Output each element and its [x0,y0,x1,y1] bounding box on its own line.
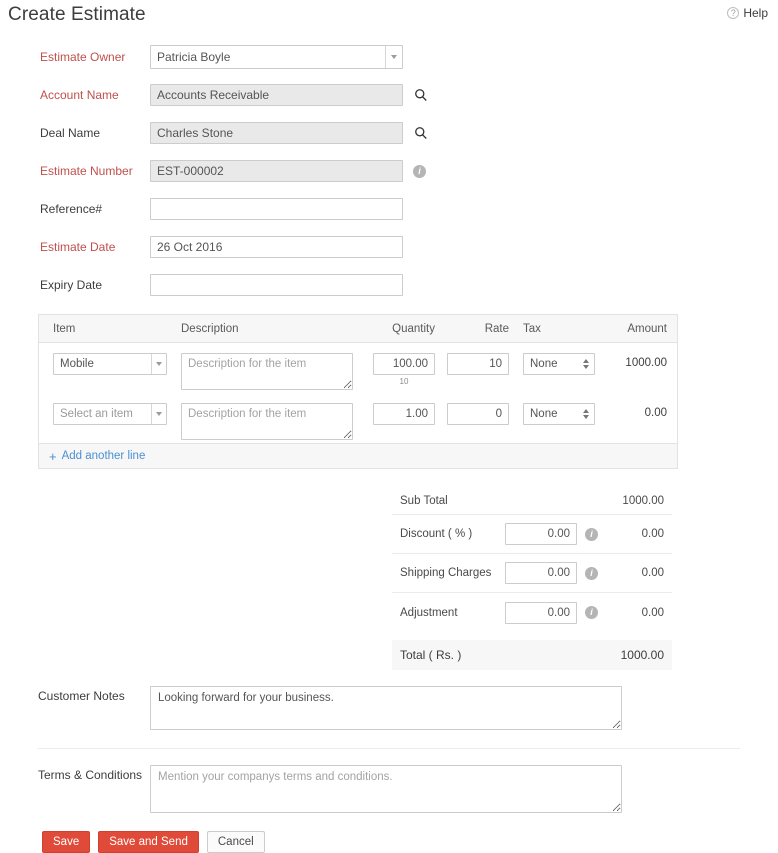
cancel-button[interactable]: Cancel [206,831,265,853]
discount-input[interactable] [505,523,577,545]
field-row-deal-name: Deal Name [0,114,778,152]
chevron-down-icon[interactable] [151,354,166,374]
item-amount-value: 1000.00 [625,357,667,369]
column-header-tax: Tax [523,322,541,335]
page-title: Create Estimate [8,4,146,25]
field-row-estimate-number: Estimate Number i [0,152,778,190]
info-icon[interactable]: i [585,606,598,619]
grand-total-value: 1000.00 [620,648,664,662]
table-body: Mobile 10 None [39,343,677,443]
shipping-label: Shipping Charges [400,567,492,579]
help-label: Help [743,6,768,20]
item-tax-select[interactable]: None [523,403,595,425]
totals-row-adjustment: Adjustment i 0.00 [392,593,672,632]
field-row-estimate-date: Estimate Date [0,228,778,266]
line-items-table: Item Description Quantity Rate Tax Amoun… [38,314,678,443]
estimate-owner-value: Patricia Boyle [157,50,231,64]
totals-row-subtotal: Sub Total 1000.00 [392,487,672,515]
chevron-down-icon[interactable] [151,404,166,424]
table-header-row: Item Description Quantity Rate Tax Amoun… [39,315,677,343]
add-another-line-label: Add another line [61,450,146,462]
field-row-expiry-date: Expiry Date [0,266,778,304]
info-icon[interactable]: i [413,164,426,178]
customer-notes-row: Customer Notes [0,670,778,730]
adjustment-value: 0.00 [641,606,664,619]
help-link[interactable]: ? Help [727,6,768,20]
item-select[interactable]: Select an item [53,403,167,425]
totals-row-discount: Discount ( % ) i 0.00 [392,515,672,554]
totals-row-grand-total: Total ( Rs. ) 1000.00 [392,640,672,670]
save-button[interactable]: Save [42,831,91,853]
plus-icon: + [49,448,57,464]
item-tax-select[interactable]: None [523,353,595,375]
spinner-arrows-icon[interactable] [580,359,594,369]
info-icon[interactable]: i [585,527,598,541]
estimate-number-input[interactable] [150,160,403,182]
subtotal-value: 1000.00 [622,494,664,507]
grand-total-label: Total ( Rs. ) [400,648,462,662]
item-rate-input[interactable] [447,403,509,425]
item-quantity-input[interactable] [373,403,435,425]
table-row: Mobile 10 None [39,343,677,393]
search-icon[interactable] [413,125,429,141]
column-header-rate: Rate [484,322,509,335]
subtotal-label: Sub Total [400,494,448,507]
estimate-form: Estimate Owner Patricia Boyle Account Na… [0,30,778,304]
add-another-line-button[interactable]: + Add another line [38,443,678,469]
discount-value: 0.00 [641,528,664,540]
terms-conditions-input[interactable] [150,765,622,813]
column-header-quantity: Quantity [392,322,435,335]
search-icon[interactable] [413,87,429,103]
item-select-value: Mobile [60,358,94,370]
estimate-date-input[interactable] [150,236,403,258]
page-header: Create Estimate ? Help [0,0,778,30]
item-description-input[interactable] [181,403,353,440]
totals-row-shipping: Shipping Charges i 0.00 [392,554,672,593]
item-tax-value: None [530,408,558,420]
expiry-date-input[interactable] [150,274,403,296]
column-header-amount: Amount [627,322,667,335]
field-row-account-name: Account Name [0,76,778,114]
shipping-value: 0.00 [641,567,664,579]
label-expiry-date: Expiry Date [40,278,103,292]
action-button-bar: Save Save and Send Cancel [0,813,778,853]
column-header-item: Item [53,322,76,335]
item-rate-input[interactable] [447,353,509,375]
terms-conditions-row: Terms & Conditions [0,749,778,813]
table-row: Select an item None [39,393,677,443]
adjustment-input[interactable] [505,601,577,624]
item-select[interactable]: Mobile [53,353,167,375]
account-name-input[interactable] [150,84,403,106]
shipping-input[interactable] [505,562,577,584]
item-tax-value: None [530,358,558,370]
label-reference: Reference# [40,202,103,216]
reference-input[interactable] [150,198,403,220]
item-quantity-subtext: 10 [399,377,409,386]
label-account-name: Account Name [40,88,119,102]
estimate-owner-select[interactable]: Patricia Boyle [150,45,403,69]
chevron-down-icon[interactable] [385,46,402,68]
field-row-reference: Reference# [0,190,778,228]
customer-notes-input[interactable] [150,686,622,730]
deal-name-input[interactable] [150,122,403,144]
question-circle-icon: ? [727,7,740,19]
label-estimate-date: Estimate Date [40,240,116,254]
item-description-input[interactable] [181,353,353,390]
spinner-arrows-icon[interactable] [580,409,594,419]
item-select-value: Select an item [60,408,133,420]
save-and-send-button[interactable]: Save and Send [98,831,199,853]
label-estimate-owner: Estimate Owner [40,50,126,64]
label-deal-name: Deal Name [40,126,101,140]
info-icon[interactable]: i [585,566,598,580]
discount-label: Discount ( % ) [400,528,473,540]
field-row-estimate-owner: Estimate Owner Patricia Boyle [0,38,778,76]
totals-panel: Sub Total 1000.00 Discount ( % ) i 0.00 … [392,487,672,670]
label-terms-conditions: Terms & Conditions [38,768,143,782]
item-amount-value: 0.00 [644,407,667,419]
adjustment-label: Adjustment [400,606,458,619]
column-header-description: Description [181,322,239,335]
label-customer-notes: Customer Notes [38,689,125,703]
item-quantity-input[interactable] [373,353,435,375]
label-estimate-number: Estimate Number [40,164,133,178]
